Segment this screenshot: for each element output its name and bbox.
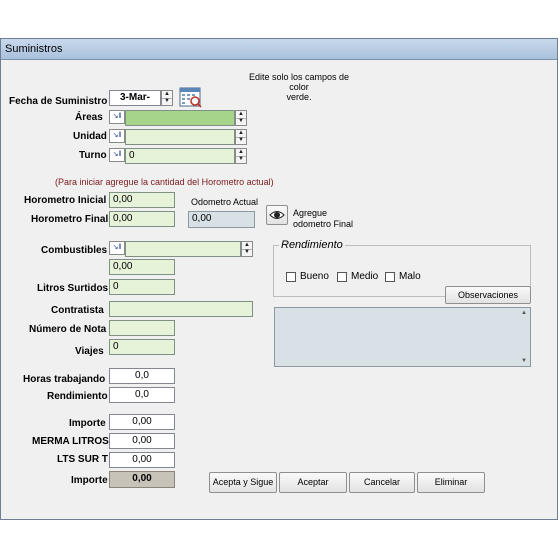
combustibles-label: Combustibles [41, 245, 108, 256]
turno-lookup-icon[interactable]: ↘‖ [109, 148, 125, 162]
importe-field[interactable]: 0,00 [109, 414, 175, 430]
odometro-actual-label: Odometro Actual [191, 197, 259, 207]
litros-surtidos-field[interactable]: 0 [109, 279, 175, 295]
fecha-spinner[interactable]: ▲ ▼ [161, 90, 173, 106]
aceptar-button[interactable]: Aceptar [279, 472, 347, 493]
fecha-field[interactable]: 3-Mar- [109, 90, 161, 106]
lts-sur-t-label: LTS SUR T [57, 454, 108, 465]
combustibles-lookup-icon[interactable]: ↘‖ [109, 241, 125, 255]
turno-spinner[interactable]: ▲ ▼ [235, 148, 247, 164]
spin-down-icon[interactable]: ▼ [236, 156, 246, 163]
combustibles-qty-field[interactable]: 0,00 [109, 259, 175, 275]
unidad-label: Unidad [73, 131, 107, 142]
rendimiento-label: Rendimiento [47, 391, 108, 402]
importe2-field: 0,00 [109, 471, 175, 488]
acepta-y-sigue-button[interactable]: Acepta y Sigue [209, 472, 277, 493]
eliminar-button[interactable]: Eliminar [417, 472, 485, 493]
agregue-odometro-label: Agregue odometro Final [293, 208, 354, 229]
horas-trabajando-label: Horas trabajando [23, 374, 106, 385]
scroll-down-icon[interactable]: ▼ [518, 358, 530, 364]
horas-trabajando-field[interactable]: 0,0 [109, 368, 175, 384]
combustibles-field[interactable] [125, 241, 241, 257]
spin-down-icon[interactable]: ▼ [242, 249, 252, 256]
contratista-field[interactable] [109, 301, 253, 317]
merma-litros-field[interactable]: 0,00 [109, 433, 175, 449]
turno-field[interactable]: 0 [125, 148, 235, 164]
horometro-inicial-field[interactable]: 0,00 [109, 192, 175, 208]
turno-label: Turno [79, 150, 107, 161]
window-title: Suministros [5, 43, 63, 55]
observaciones-button[interactable]: Observaciones [445, 286, 531, 304]
spin-down-icon[interactable]: ▼ [236, 118, 246, 125]
eye-icon [269, 209, 285, 219]
importe-label: Importe [69, 418, 106, 429]
suministros-window: Suministros Edite solo los campos de col… [0, 38, 558, 520]
calendar-icon[interactable] [179, 85, 203, 109]
horometro-final-field[interactable]: 0,00 [109, 211, 175, 227]
litros-surtidos-label: Litros Surtidos [37, 283, 109, 294]
spin-down-icon[interactable]: ▼ [236, 137, 246, 144]
malo-label: Malo [399, 271, 421, 282]
importe2-label: Importe [71, 475, 108, 486]
spin-down-icon[interactable]: ▼ [162, 98, 172, 105]
viajes-field[interactable]: 0 [109, 339, 175, 355]
horometro-final-label: Horometro Final [31, 214, 109, 225]
observaciones-scrollbar[interactable]: ▲ ▼ [518, 308, 530, 366]
areas-label: Áreas [75, 112, 103, 123]
areas-lookup-icon[interactable]: ↘‖ [109, 110, 125, 124]
combustibles-spinner[interactable]: ▲ ▼ [241, 241, 253, 257]
instructions-text: Edite solo los campos de color verde. [248, 72, 350, 102]
bueno-label: Bueno [300, 271, 329, 282]
horometro-inicial-label: Horometro Inicial [24, 195, 107, 206]
numero-nota-field[interactable] [109, 320, 175, 336]
unidad-field[interactable] [125, 129, 235, 145]
areas-field[interactable] [125, 110, 235, 126]
medio-label: Medio [351, 271, 379, 282]
bueno-checkbox[interactable] [286, 272, 296, 282]
agregue-odometro-button[interactable] [266, 205, 288, 225]
lts-sur-t-field[interactable]: 0,00 [109, 452, 175, 468]
title-bar[interactable]: Suministros [1, 39, 557, 60]
scroll-up-icon[interactable]: ▲ [518, 310, 530, 316]
numero-nota-label: Número de Nota [29, 324, 107, 335]
contratista-label: Contratista [51, 305, 104, 316]
medio-checkbox[interactable] [337, 272, 347, 282]
rendimiento-field[interactable]: 0,0 [109, 387, 175, 403]
unidad-spinner[interactable]: ▲ ▼ [235, 129, 247, 145]
odometro-actual-field: 0,00 [188, 211, 255, 228]
rendimiento-group-title: Rendimiento [279, 239, 345, 251]
viajes-label: Viajes [75, 346, 104, 357]
observaciones-textarea[interactable] [274, 307, 531, 367]
fecha-label: Fecha de Suministro [9, 96, 108, 107]
horometro-hint: (Para iniciar agregue la cantidad del Ho… [55, 177, 274, 187]
unidad-lookup-icon[interactable]: ↘‖ [109, 129, 125, 143]
areas-spinner[interactable]: ▲ ▼ [235, 110, 247, 126]
merma-litros-label: MERMA LITROS [32, 436, 109, 447]
cancelar-button[interactable]: Cancelar [349, 472, 415, 493]
malo-checkbox[interactable] [385, 272, 395, 282]
